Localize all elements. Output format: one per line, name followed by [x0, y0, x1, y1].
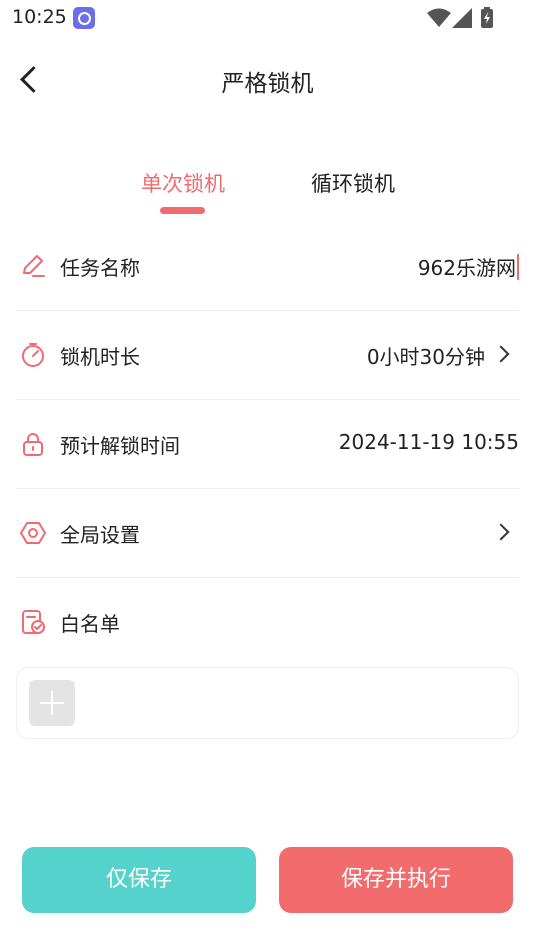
task-name-row[interactable]: 任务名称 962乐游网	[16, 222, 519, 311]
active-tab-indicator	[160, 207, 205, 214]
pencil-icon	[23, 255, 45, 277]
lock-duration-label: 锁机时长	[60, 345, 140, 369]
nav-bar: 严格锁机	[0, 48, 535, 112]
task-name-input[interactable]: 962乐游网	[418, 252, 519, 281]
add-app-button[interactable]	[29, 680, 75, 726]
hexagon-gear-icon	[20, 522, 46, 544]
save-only-button[interactable]: 仅保存	[22, 847, 256, 913]
app-notification-icon	[73, 7, 95, 29]
battery-icon	[481, 7, 493, 28]
tab-single-lock[interactable]: 单次锁机	[137, 168, 229, 198]
signal-icon	[452, 8, 472, 28]
lock-duration-value: 0小时30分钟	[366, 345, 485, 369]
save-and-execute-button[interactable]: 保存并执行	[279, 847, 513, 913]
lock-duration-row[interactable]: 锁机时长 0小时30分钟	[16, 311, 519, 400]
whitelist-label: 白名单	[60, 612, 120, 636]
checklist-icon	[22, 610, 45, 634]
global-settings-row[interactable]: 全局设置	[16, 489, 519, 578]
wifi-icon	[427, 8, 451, 27]
tab-bar: 单次锁机 循环锁机	[0, 168, 535, 218]
tab-loop-lock[interactable]: 循环锁机	[305, 168, 401, 198]
global-settings-label: 全局设置	[60, 523, 140, 547]
text-cursor	[517, 254, 519, 280]
status-bar: 10:25	[0, 0, 535, 36]
whitelist-apps-box	[16, 667, 519, 739]
status-time: 10:25	[12, 6, 67, 28]
chevron-right-icon	[492, 345, 510, 363]
unlock-time-label: 预计解锁时间	[60, 434, 180, 458]
chevron-right-icon	[492, 523, 510, 541]
whitelist-row: 白名单	[16, 578, 519, 666]
unlock-time-value: 2024-11-19 10:55	[338, 430, 519, 454]
timer-icon	[22, 343, 44, 367]
task-name-label: 任务名称	[60, 256, 140, 280]
unlock-time-row: 预计解锁时间 2024-11-19 10:55	[16, 400, 519, 489]
lock-icon	[23, 433, 43, 456]
page-title: 严格锁机	[221, 71, 314, 97]
